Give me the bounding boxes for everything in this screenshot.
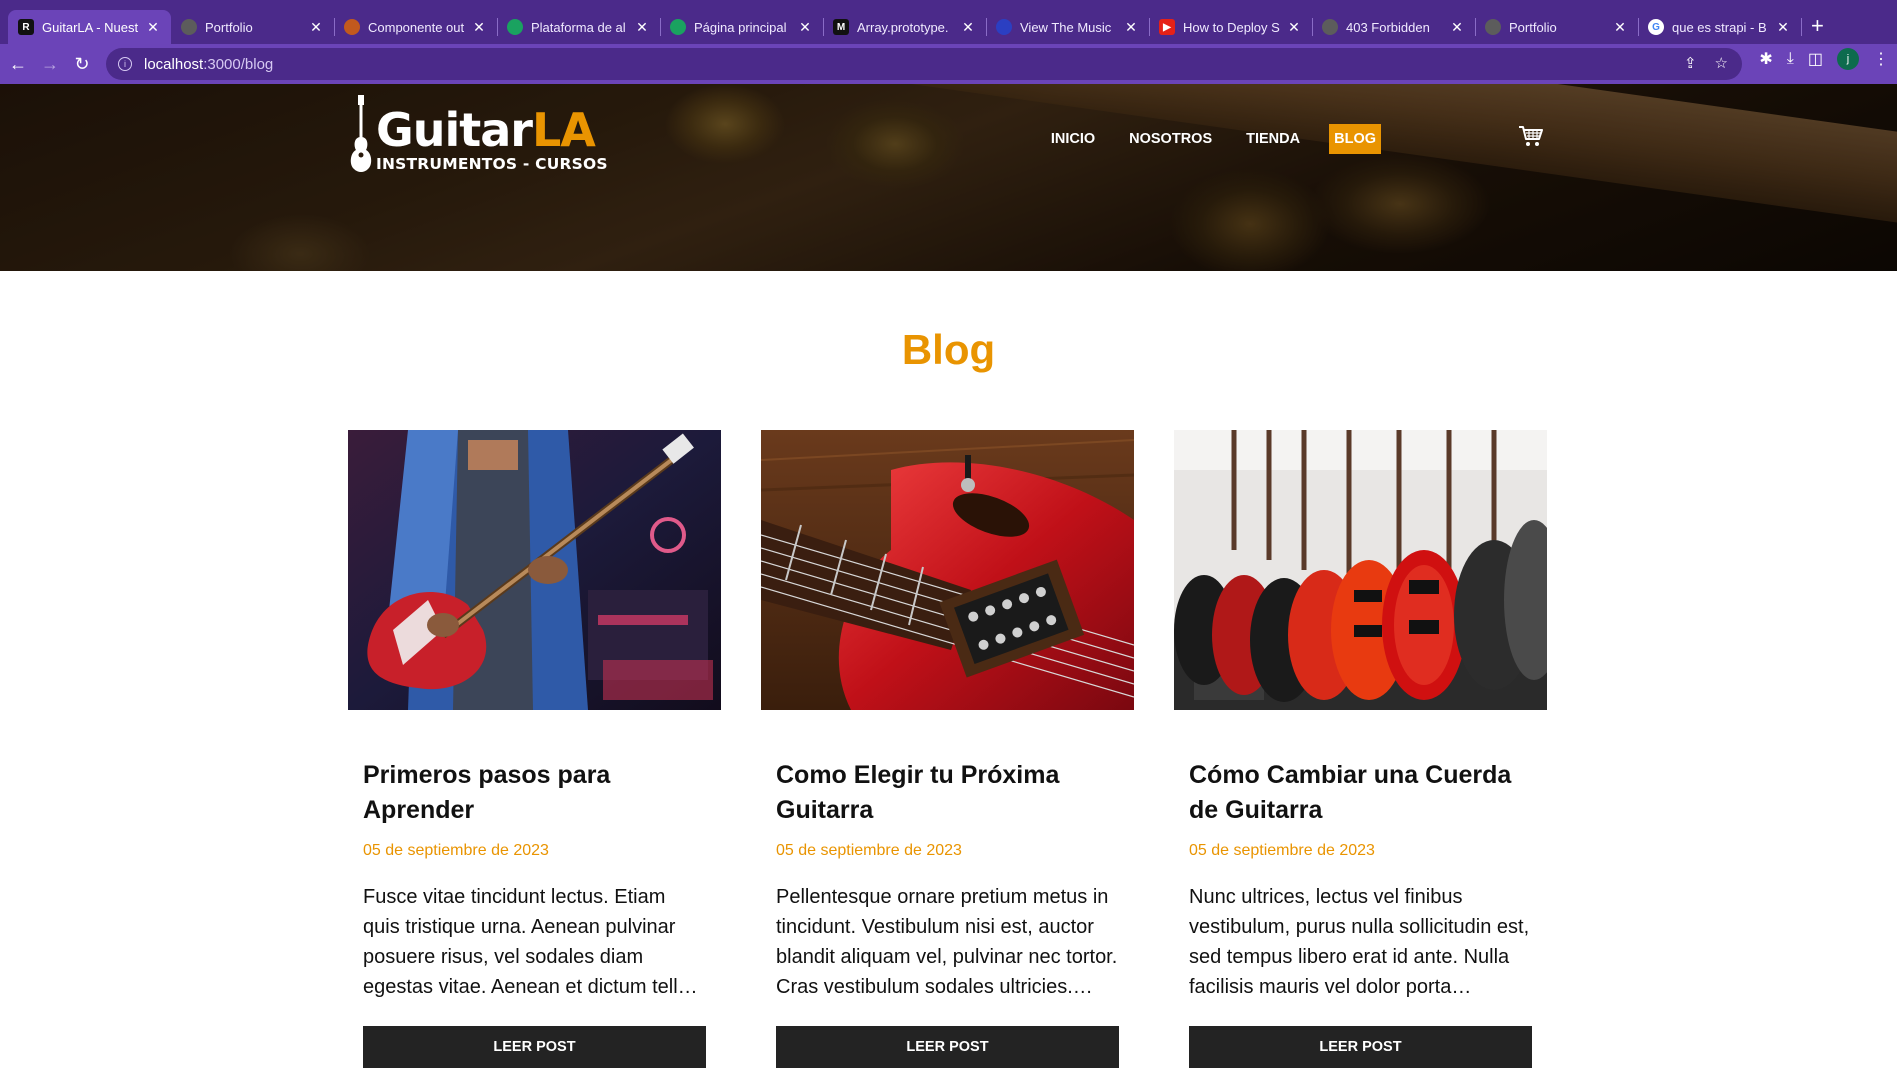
nav-link-tienda[interactable]: Tienda — [1241, 124, 1305, 154]
post-image — [348, 430, 721, 710]
tab-close-icon[interactable]: ✕ — [1612, 19, 1628, 36]
share-icon[interactable]: ⇪ — [1684, 54, 1697, 72]
new-tab-button[interactable]: + — [1811, 13, 1824, 39]
forward-icon[interactable]: → — [34, 48, 66, 80]
tab-title: Página principal — [694, 19, 787, 35]
tab-close-icon[interactable]: ✕ — [634, 19, 650, 36]
tab-title: Componente out — [368, 19, 465, 35]
blog-post-card: Primeros pasos para Aprender 05 de septi… — [348, 430, 721, 1068]
tab-title: 403 Forbidden — [1346, 19, 1430, 35]
post-body: Cómo Cambiar una Cuerda de Guitarra 05 d… — [1174, 758, 1547, 1068]
page-title: Blog — [901, 326, 996, 373]
tab-separator — [1801, 18, 1802, 36]
tab-favicon-icon: G — [1648, 19, 1664, 35]
browser-tab[interactable]: Portfolio ✕ — [171, 10, 335, 44]
browser-tab[interactable]: Componente out ✕ — [334, 10, 498, 44]
tab-favicon-icon — [507, 19, 523, 35]
tab-title: View The Music — [1020, 19, 1112, 35]
tab-title: Plataforma de al — [531, 19, 626, 35]
tab-close-icon[interactable]: ✕ — [1286, 19, 1302, 36]
browser-tab[interactable]: View The Music ✕ — [986, 10, 1150, 44]
browser-tab[interactable]: M Array.prototype. ✕ — [823, 10, 987, 44]
back-icon[interactable]: ← — [2, 48, 34, 80]
post-body: Primeros pasos para Aprender 05 de septi… — [348, 758, 721, 1068]
tab-favicon-icon: M — [833, 19, 849, 35]
download-icon[interactable]: ⤓ — [1787, 50, 1794, 68]
nav-link-blog[interactable]: Blog — [1329, 124, 1381, 154]
menu-kebab-icon[interactable]: ⋮ — [1873, 49, 1889, 69]
browser-toolbar: ← → ↻ i localhost:3000/blog ⇪ ☆ ✱ ⤓ ◫ j … — [0, 44, 1897, 84]
blog-post-card: Como Elegir tu Próxima Guitarra 05 de se… — [761, 430, 1134, 1068]
side-panel-icon[interactable]: ◫ — [1808, 49, 1823, 69]
tab-close-icon[interactable]: ✕ — [1449, 19, 1465, 36]
tab-favicon-icon: R — [18, 19, 34, 35]
profile-avatar[interactable]: j — [1837, 48, 1859, 70]
guitar-logo-icon — [350, 95, 372, 172]
post-excerpt: Fusce vitae tincidunt lectus. Etiam quis… — [363, 886, 698, 998]
read-post-button[interactable]: Leer Post — [363, 1026, 706, 1068]
tab-favicon-icon — [181, 19, 197, 35]
site-header-background — [0, 84, 1897, 271]
tab-favicon-icon — [1485, 19, 1501, 35]
main-navigation: Inicio Nosotros Tienda Blog — [1046, 124, 1381, 154]
url-path: :3000/blog — [203, 55, 274, 73]
browser-tab[interactable]: Portfolio ✕ — [1475, 10, 1639, 44]
browser-tab[interactable]: Gque es strapi - B ✕ — [1638, 10, 1802, 44]
tab-favicon-icon — [996, 19, 1012, 35]
post-date: 05 de septiembre de 2023 — [363, 842, 549, 859]
nav-link-inicio[interactable]: Inicio — [1046, 124, 1100, 154]
blog-post-card: Cómo Cambiar una Cuerda de Guitarra 05 d… — [1174, 430, 1547, 1068]
post-date: 05 de septiembre de 2023 — [1189, 842, 1375, 859]
tab-title: Array.prototype. — [857, 19, 949, 35]
post-title: Cómo Cambiar una Cuerda de Guitarra — [1189, 761, 1512, 824]
browser-tab[interactable]: Plataforma de al ✕ — [497, 10, 661, 44]
tab-title: Portfolio — [1509, 19, 1557, 35]
header-overlay — [0, 84, 1897, 271]
tab-close-icon[interactable]: ✕ — [308, 19, 324, 36]
tab-favicon-icon — [670, 19, 686, 35]
read-post-button[interactable]: Leer Post — [1189, 1026, 1532, 1068]
tab-title: How to Deploy S — [1183, 19, 1280, 35]
post-excerpt: Pellentesque ornare pretium metus in tin… — [776, 886, 1118, 998]
read-post-button[interactable]: Leer Post — [776, 1026, 1119, 1068]
browser-tab[interactable]: ▶ How to Deploy S ✕ — [1149, 10, 1313, 44]
tab-favicon-icon — [344, 19, 360, 35]
tab-title: que es strapi - B — [1672, 19, 1767, 35]
logo-accent-text: LA — [532, 103, 596, 157]
reload-icon[interactable]: ↻ — [66, 48, 98, 80]
cart-icon[interactable] — [1518, 124, 1544, 148]
post-image — [1174, 430, 1547, 710]
tab-close-icon[interactable]: ✕ — [797, 19, 813, 36]
logo-wordmark: GuitarLA — [376, 107, 608, 153]
tab-close-icon[interactable]: ✕ — [145, 19, 161, 36]
browser-tab[interactable]: 403 Forbidden ✕ — [1312, 10, 1476, 44]
site-logo[interactable]: GuitarLA INSTRUMENTOS - CURSOS — [348, 95, 608, 173]
address-bar[interactable]: i localhost:3000/blog ⇪ ☆ — [106, 48, 1742, 80]
post-body: Como Elegir tu Próxima Guitarra 05 de se… — [761, 758, 1134, 1068]
browser-tab-strip: R GuitarLA - Nuest ✕ Portfolio ✕ Componente o… — [0, 0, 1897, 44]
tab-favicon-icon: ▶ — [1159, 19, 1175, 35]
tab-close-icon[interactable]: ✕ — [960, 19, 976, 36]
logo-main-text: Guitar — [376, 103, 533, 157]
post-title: Como Elegir tu Próxima Guitarra — [776, 761, 1060, 824]
tab-favicon-icon — [1322, 19, 1338, 35]
url-host: localhost — [144, 55, 204, 73]
logo-tagline: INSTRUMENTOS - CURSOS — [376, 155, 608, 173]
bookmark-star-icon[interactable]: ☆ — [1715, 54, 1728, 72]
post-image — [761, 430, 1134, 710]
tab-close-icon[interactable]: ✕ — [471, 19, 487, 36]
post-title: Primeros pasos para Aprender — [363, 761, 611, 824]
nav-link-nosotros[interactable]: Nosotros — [1124, 124, 1217, 154]
tab-title: GuitarLA - Nuest — [42, 19, 139, 35]
tab-close-icon[interactable]: ✕ — [1775, 19, 1791, 36]
post-excerpt: Nunc ultrices, lectus vel finibus vestib… — [1189, 886, 1530, 998]
post-date: 05 de septiembre de 2023 — [776, 842, 962, 859]
tab-title: Portfolio — [205, 19, 253, 35]
extensions-icon[interactable]: ✱ — [1759, 49, 1772, 69]
site-info-icon[interactable]: i — [118, 57, 132, 71]
tab-close-icon[interactable]: ✕ — [1123, 19, 1139, 36]
browser-tab[interactable]: Página principal ✕ — [660, 10, 824, 44]
browser-tab[interactable]: R GuitarLA - Nuest ✕ — [8, 10, 171, 44]
